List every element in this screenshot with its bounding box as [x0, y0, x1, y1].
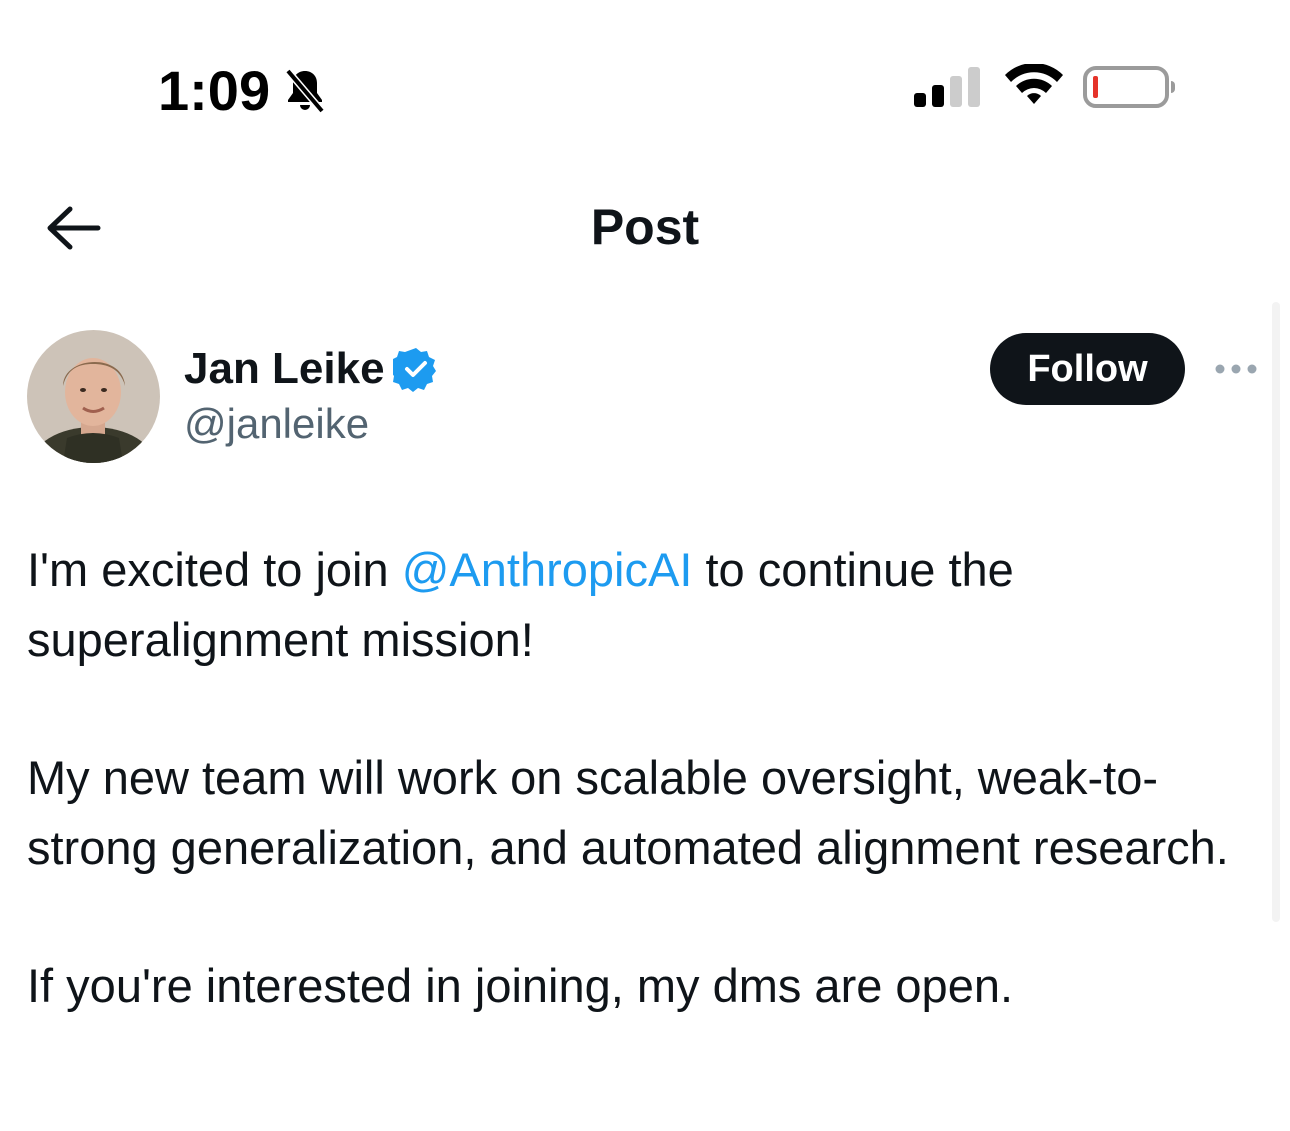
- post-text-segment: I'm excited to join: [27, 543, 402, 596]
- author-name-row: Jan Leike: [184, 344, 439, 394]
- post-text: I'm excited to join @AnthropicAI to cont…: [27, 535, 1247, 1089]
- avatar[interactable]: [27, 330, 160, 463]
- post-paragraph-3: If you're interested in joining, my dms …: [27, 959, 1014, 1012]
- wifi-icon: [1005, 64, 1063, 104]
- header-bar: Post: [0, 180, 1290, 280]
- page-title: Post: [590, 199, 700, 255]
- mention-link[interactable]: @AnthropicAI: [402, 543, 693, 596]
- status-icons: [912, 64, 1178, 110]
- status-time: 1:09: [158, 59, 271, 122]
- post-paragraph-1: I'm excited to join @AnthropicAI to cont…: [27, 535, 1247, 675]
- author-name[interactable]: Jan Leike: [184, 344, 385, 394]
- cellular-signal-icon: [914, 67, 980, 107]
- follow-button[interactable]: Follow: [990, 333, 1185, 405]
- bell-slash-icon: [285, 68, 325, 113]
- status-time-group: 1:09: [158, 58, 326, 123]
- status-bar: 1:09: [0, 0, 1290, 170]
- scrollbar[interactable]: [1272, 302, 1280, 922]
- battery-low-icon: [1083, 66, 1175, 108]
- ellipsis-icon[interactable]: [1212, 354, 1260, 384]
- post-paragraph-2: My new team will work on scalable oversi…: [27, 751, 1229, 874]
- verified-badge-icon: [392, 348, 436, 392]
- author-handle[interactable]: @janleike: [184, 400, 369, 448]
- avatar-image: [27, 330, 160, 463]
